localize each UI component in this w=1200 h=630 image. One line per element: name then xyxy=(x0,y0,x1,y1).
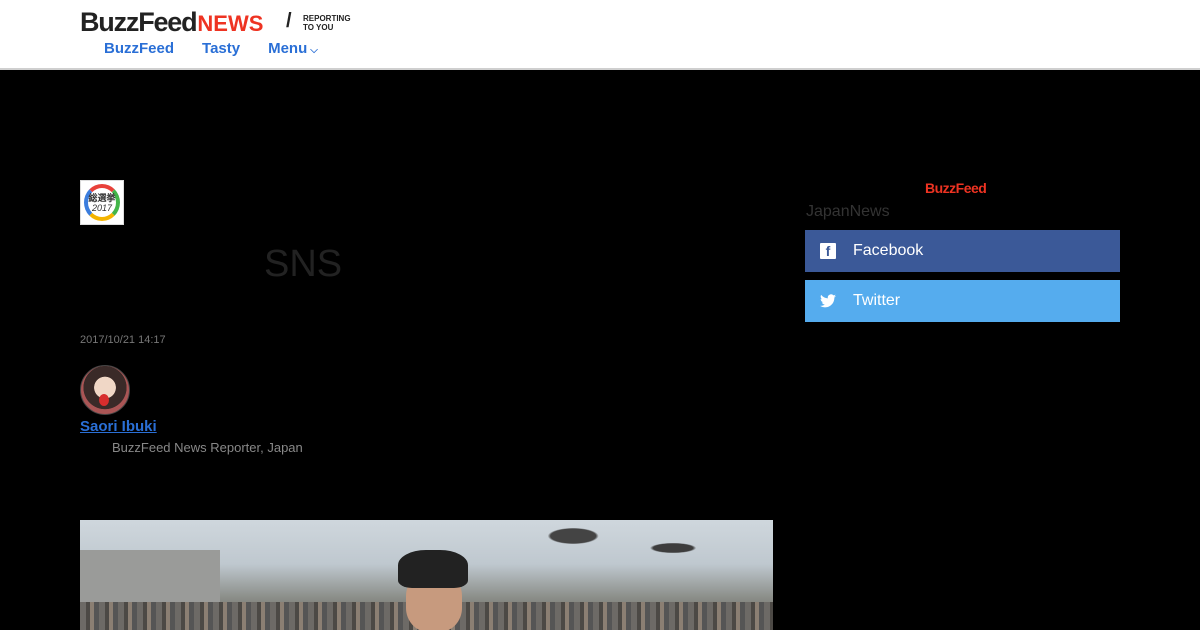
author-role: BuzzFeed News Reporter, Japan xyxy=(112,440,303,455)
nav-menu-label: Menu xyxy=(268,40,308,57)
election-2017-badge[interactable]: 総選挙 2017 xyxy=(80,180,124,225)
top-nav: BuzzFeed Tasty Menu ⌵ xyxy=(104,40,346,60)
avatar-detail xyxy=(99,394,109,406)
article-page: 総選挙 2017 SNS 2017/10/21 14:17 Saori Ibuk… xyxy=(0,72,1200,630)
buzzfeed-news-logo[interactable]: BuzzFeed NEWS / REPORTING TO YOU xyxy=(80,6,351,37)
logo-buzzfeed-text: BuzzFeed xyxy=(80,7,198,37)
tagline-line-1: REPORTING xyxy=(303,14,351,23)
tagline-line-2: TO YOU xyxy=(303,23,334,32)
sidebar-buzzfeed-logo[interactable]: BuzzFeed xyxy=(925,180,987,196)
author-avatar[interactable] xyxy=(80,365,130,415)
nav-menu[interactable]: Menu ⌵ xyxy=(268,40,318,60)
chevron-down-icon: ⌵ xyxy=(310,45,318,56)
sidebar-label: JapanNews xyxy=(806,203,890,220)
logo-slash: / xyxy=(286,10,292,32)
badge-year: 2017 xyxy=(91,202,113,213)
hero-person xyxy=(380,550,490,630)
hero-image xyxy=(80,520,773,630)
article-date: 2017/10/21 14:17 xyxy=(80,334,166,346)
nav-buzzfeed[interactable]: BuzzFeed xyxy=(104,40,174,60)
logo-tagline: REPORTING TO YOU xyxy=(303,14,351,32)
facebook-share-label: Facebook xyxy=(853,242,924,259)
twitter-icon xyxy=(820,293,836,309)
twitter-share-label: Twitter xyxy=(853,292,901,309)
article-title: SNS xyxy=(264,243,343,285)
logo-news-text: NEWS xyxy=(197,11,264,36)
twitter-share-button[interactable]: Twitter xyxy=(805,280,1120,322)
author-name-link[interactable]: Saori Ibuki xyxy=(80,418,157,435)
site-header: BuzzFeed NEWS / REPORTING TO YOU BuzzFee… xyxy=(0,0,1200,70)
hero-hair xyxy=(398,550,468,588)
facebook-share-button[interactable]: f Facebook xyxy=(805,230,1120,272)
facebook-icon: f xyxy=(820,243,836,259)
badge-text: 総選挙 xyxy=(88,192,116,203)
nav-tasty[interactable]: Tasty xyxy=(202,40,240,60)
